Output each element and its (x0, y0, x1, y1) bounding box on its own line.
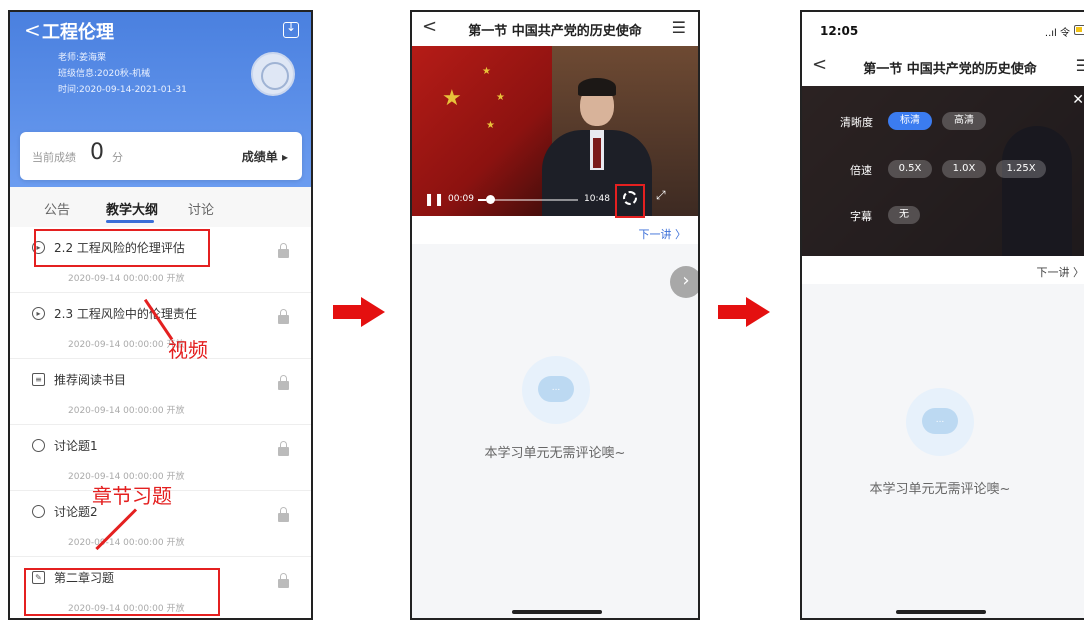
lock-icon (278, 441, 289, 456)
chevron-right-icon[interactable]: › (670, 266, 698, 298)
video-player[interactable]: ★ ★ ★ ★ ❚❚ 00:09 10:48 ⤢ (412, 46, 698, 216)
lesson-title: 第一节 中国共产党的历史使命 (863, 62, 1037, 77)
video-settings-screen: 12:05 ..ıl 令 < 第一节 中国共产党的历史使命 ☰ ✕ 清晰度 标清… (800, 10, 1084, 620)
next-lesson-link[interactable]: 下一讲 〉 (1037, 264, 1084, 280)
tab-announcements[interactable]: 公告 (44, 199, 70, 218)
progress-knob[interactable] (486, 195, 495, 204)
score-value: 0 (90, 140, 104, 165)
subtitle-label: 字幕 (850, 210, 872, 223)
lesson-nav-bar: < 第一节 中国共产党的历史使命 ☰ (412, 12, 698, 46)
video-player[interactable]: ✕ 清晰度 标清 高清 倍速 0.5X 1.0X 1.25X 字幕 无 (802, 86, 1084, 256)
current-time: 00:09 (448, 194, 474, 204)
chat-bubble-icon: ... (922, 408, 958, 434)
flow-arrow-icon (718, 297, 770, 327)
video-controls: ❚❚ 00:09 10:48 ⤢ (412, 182, 698, 216)
settings-overlay: ✕ 清晰度 标清 高清 倍速 0.5X 1.0X 1.25X 字幕 无 (802, 86, 1084, 256)
empty-comment-illustration-icon: ... (906, 388, 974, 456)
item-date: 2020-09-14 00:00:00 开放 (68, 538, 185, 548)
empty-comment-text: 本学习单元无需评论噢~ (484, 446, 626, 461)
back-button[interactable]: < (24, 18, 41, 42)
item-title: 讨论题1 (54, 439, 98, 453)
fullscreen-icon[interactable]: ⤢ (656, 188, 666, 203)
course-header: < 工程伦理 老师:姜海栗 班级信息:2020秋-机械 时间:2020-09-1… (10, 12, 311, 188)
speed-option-1.0x[interactable]: 1.0X (942, 160, 986, 178)
flow-arrow-icon (333, 297, 385, 327)
lock-icon (278, 507, 289, 522)
empty-comment-text: 本学习单元无需评论噢~ (869, 482, 1011, 497)
item-date: 2020-09-14 00:00:00 开放 (68, 274, 185, 284)
clarity-option-sd[interactable]: 标清 (888, 112, 932, 130)
item-date: 2020-09-14 00:00:00 开放 (68, 340, 185, 350)
video-frame (578, 78, 616, 96)
speed-label: 倍速 (850, 164, 872, 177)
next-lesson-link[interactable]: 下一讲 〉 (639, 226, 687, 242)
grades-button[interactable]: 成绩单 ▸ (242, 148, 288, 165)
item-title: 2.3 工程风险中的伦理责任 (54, 307, 197, 321)
total-time: 10:48 (584, 194, 610, 204)
lesson-nav-bar: < 第一节 中国共产党的历史使命 ☰ (802, 42, 1084, 86)
time-info: 时间:2020-09-14-2021-01-31 (58, 85, 187, 95)
settings-highlight-box (615, 184, 645, 218)
course-title: 工程伦理 (42, 22, 114, 43)
download-icon[interactable] (283, 20, 299, 38)
play-circle-icon: ▸ (32, 307, 45, 320)
class-info: 班级信息:2020秋-机械 (58, 69, 151, 79)
score-unit: 分 (112, 151, 123, 164)
exercise-annotation: 章节习题 (92, 484, 172, 508)
speed-option-1.25x[interactable]: 1.25X (996, 160, 1046, 178)
empty-comment-illustration-icon: ... (522, 356, 590, 424)
home-indicator (512, 610, 602, 614)
chat-bubble-icon: ... (538, 376, 574, 402)
comment-area: › ... 本学习单元无需评论噢~ (412, 244, 698, 618)
status-bar: 12:05 ..ıl 令 (802, 12, 1084, 42)
lock-icon (278, 573, 289, 588)
score-label: 当前成绩 (32, 151, 76, 164)
speed-option-0.5x[interactable]: 0.5X (888, 160, 932, 178)
home-indicator (896, 610, 986, 614)
battery-icon (1074, 25, 1084, 35)
item-title: 推荐阅读书目 (54, 373, 127, 387)
pause-icon[interactable]: ❚❚ (424, 192, 444, 206)
lock-icon (278, 243, 289, 258)
score-card: 当前成绩 0 分 成绩单 ▸ (20, 132, 302, 180)
tab-active-indicator (106, 220, 154, 223)
chat-icon (32, 439, 45, 452)
signal-wifi-icon: ..ıl 令 (1044, 28, 1070, 39)
course-screen: < 工程伦理 老师:姜海栗 班级信息:2020秋-机械 时间:2020-09-1… (8, 10, 313, 620)
lock-icon (278, 375, 289, 390)
video-frame (593, 138, 601, 168)
list-icon[interactable]: ☰ (1076, 56, 1084, 75)
course-tabs: 公告 教学大纲 讨论 (10, 187, 311, 227)
chat-icon (32, 505, 45, 518)
list-icon[interactable]: ☰ (672, 18, 686, 37)
tab-syllabus[interactable]: 教学大纲 (106, 199, 158, 218)
tab-discussion[interactable]: 讨论 (188, 199, 214, 218)
progress-fill (478, 199, 486, 201)
lesson-title: 第一节 中国共产党的历史使命 (468, 24, 642, 39)
teacher-info: 老师:姜海栗 (58, 53, 107, 63)
status-time: 12:05 (820, 24, 859, 38)
lock-icon (278, 309, 289, 324)
video-highlight-box (34, 229, 210, 267)
item-date: 2020-09-14 00:00:00 开放 (68, 406, 185, 416)
close-icon[interactable]: ✕ (1072, 92, 1084, 108)
lesson-video-screen: < 第一节 中国共产党的历史使命 ☰ ★ ★ ★ ★ ❚❚ 00:09 10:4… (410, 10, 700, 620)
document-icon: ≡ (32, 373, 45, 386)
list-item[interactable]: ≡ 推荐阅读书目 2020-09-14 00:00:00 开放 (10, 359, 311, 425)
clarity-label: 清晰度 (840, 116, 873, 129)
clarity-option-hd[interactable]: 高清 (942, 112, 986, 130)
school-emblem-icon (251, 52, 295, 96)
video-annotation: 视频 (168, 338, 208, 362)
comment-area: ... 本学习单元无需评论噢~ (802, 284, 1084, 618)
exercise-highlight-box (24, 568, 220, 616)
subtitle-option[interactable]: 无 (888, 206, 920, 224)
